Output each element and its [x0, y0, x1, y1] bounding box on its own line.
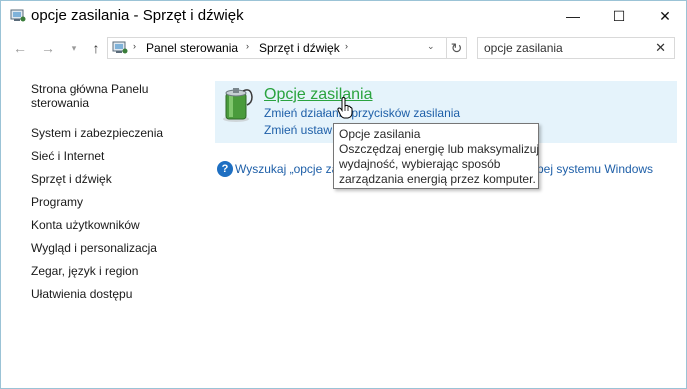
search-input[interactable]: opcje zasilania ✕ [477, 37, 675, 59]
sidebar-item-hardware-sound[interactable]: Sprzęt i dźwięk [31, 171, 112, 187]
power-buttons-link[interactable]: Zmień działanie przycisków zasilania [264, 106, 460, 120]
breadcrumb-panel-sterowania[interactable]: Panel sterowania [146, 41, 238, 55]
change-settings-link[interactable]: Zmień ustaw [264, 123, 332, 137]
sidebar-item-system-security[interactable]: System i zabezpieczenia [31, 125, 163, 141]
minimize-button[interactable]: — [550, 1, 596, 31]
battery-icon [223, 88, 253, 122]
tooltip-title: Opcje zasilania [339, 127, 421, 141]
sidebar-item-clock-region[interactable]: Zegar, język i region [31, 263, 138, 279]
hand-cursor-icon [337, 97, 353, 119]
back-button[interactable]: ← [9, 37, 31, 59]
sidebar-item-user-accounts[interactable]: Konta użytkowników [31, 217, 140, 233]
tooltip-line: wydajność, wybierając sposób [339, 157, 501, 171]
control-panel-icon [10, 9, 26, 22]
address-bar[interactable]: › Panel sterowania › Sprzęt i dźwięk › ⌄… [107, 37, 467, 59]
help-search-link[interactable]: Wyszukaj „opcje zasi [235, 162, 347, 176]
tooltip-line: zarządzania energią przez komputer. [339, 172, 536, 186]
result-title-link[interactable]: Opcje zasilania [264, 86, 373, 104]
breadcrumb-separator[interactable]: › [345, 41, 348, 51]
tooltip: Opcje zasilania Oszczędzaj energię lub m… [333, 123, 539, 189]
navigation-bar: ← → ▾ ↑ › Panel sterowania › Sprzęt i dź… [1, 33, 686, 63]
help-icon: ? [217, 161, 233, 177]
forward-button[interactable]: → [37, 37, 59, 59]
title-bar: opcje zasilania - Sprzęt i dźwięk — ☐ ✕ [1, 1, 686, 31]
breadcrumb-separator[interactable]: › [246, 41, 249, 51]
up-button[interactable]: ↑ [85, 37, 107, 59]
control-panel-icon [112, 41, 128, 54]
clear-search-icon[interactable]: ✕ [655, 40, 666, 56]
breadcrumb-separator[interactable]: › [133, 41, 136, 51]
sidebar-item-home-cont[interactable]: sterowania [31, 95, 89, 111]
tooltip-line: Oszczędzaj energię lub maksymalizuj [339, 142, 540, 156]
address-dropdown-icon[interactable]: ⌄ [427, 41, 435, 52]
refresh-button[interactable]: ↻ [446, 38, 466, 58]
close-button[interactable]: ✕ [642, 1, 687, 31]
sidebar-item-appearance[interactable]: Wygląd i personalizacja [31, 240, 157, 256]
sidebar-item-programs[interactable]: Programy [31, 194, 83, 210]
window-title: opcje zasilania - Sprzęt i dźwięk [31, 7, 244, 24]
maximize-button[interactable]: ☐ [596, 1, 642, 31]
help-search-link-tail[interactable]: pej systemu Windows [537, 162, 653, 176]
breadcrumb-sprzet-i-dzwiek[interactable]: Sprzęt i dźwięk [259, 41, 340, 55]
sidebar-item-accessibility[interactable]: Ułatwienia dostępu [31, 286, 132, 302]
search-value[interactable]: opcje zasilania [484, 41, 563, 55]
control-panel-window: opcje zasilania - Sprzęt i dźwięk — ☐ ✕ … [0, 0, 687, 389]
sidebar-item-network[interactable]: Sieć i Internet [31, 148, 104, 164]
recent-locations-button[interactable]: ▾ [63, 37, 85, 59]
